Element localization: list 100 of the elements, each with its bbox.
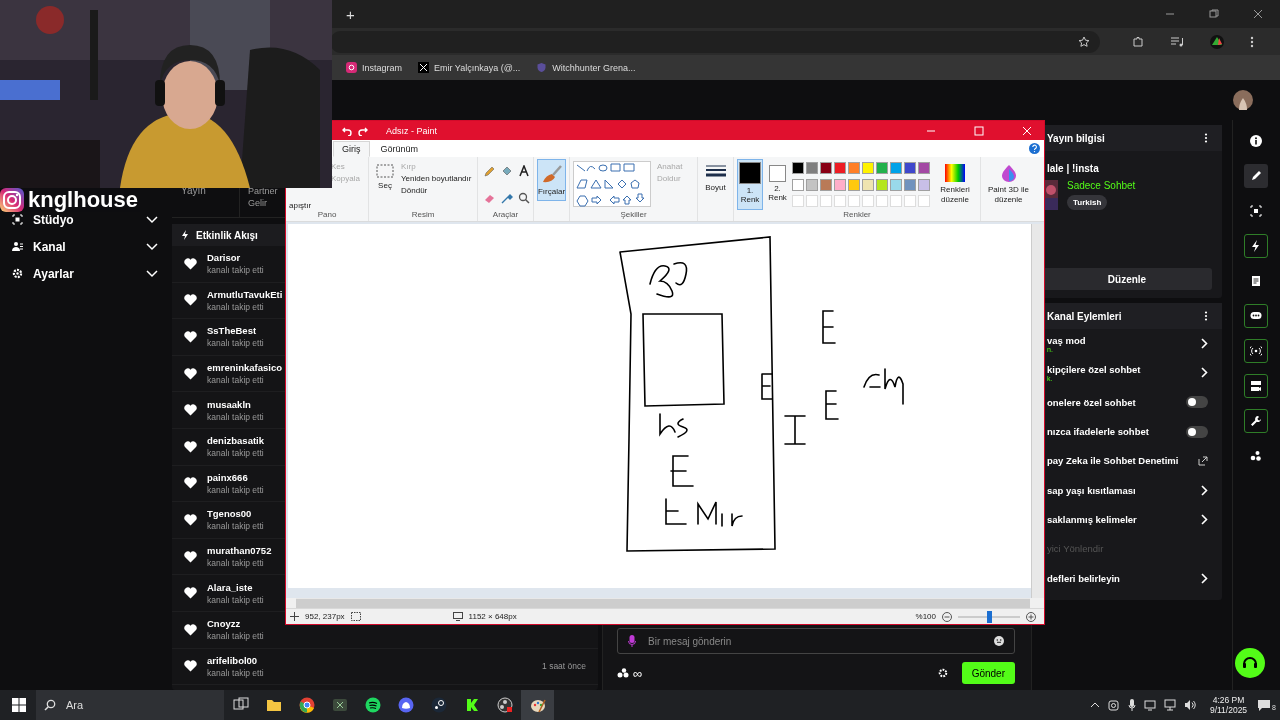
brushes-button[interactable]: Fırçalar <box>537 159 566 201</box>
color-spectrum-icon[interactable] <box>945 164 965 182</box>
restore-icon[interactable] <box>1209 9 1219 19</box>
paint-3d-button[interactable]: Paint 3D ile düzenle <box>984 159 1033 210</box>
ribbon-tab[interactable]: Giriş <box>333 140 370 157</box>
taskbar-search-field[interactable]: Ara <box>36 690 224 720</box>
palette-swatch[interactable] <box>862 162 874 174</box>
palette-swatch[interactable] <box>904 162 916 174</box>
rail-button[interactable] <box>1243 409 1268 433</box>
settings-icon[interactable] <box>12 268 23 279</box>
palette-swatch[interactable] <box>834 162 846 174</box>
ribbon-tab[interactable]: Görünüm <box>371 140 428 157</box>
palette-swatch[interactable] <box>876 178 888 191</box>
steam-icon[interactable] <box>430 697 447 713</box>
dots-icon[interactable] <box>1249 450 1262 462</box>
chat-icon[interactable] <box>1249 310 1262 322</box>
broadcast-icon[interactable] <box>1249 345 1262 357</box>
note-icon[interactable] <box>1249 275 1262 287</box>
chevron-down-icon[interactable] <box>146 215 158 224</box>
emoji-icon[interactable] <box>994 636 1004 646</box>
task-view-icon[interactable] <box>232 697 249 713</box>
menu-icon[interactable] <box>1250 35 1254 48</box>
obs-icon[interactable] <box>496 697 513 713</box>
palette-swatch[interactable] <box>904 178 916 191</box>
chrome-icon[interactable] <box>298 697 315 713</box>
empty-swatch[interactable] <box>918 195 930 208</box>
paint-icon[interactable] <box>529 697 546 713</box>
action-label[interactable]: onelere özel sohbet <box>1047 396 1136 408</box>
new-tab-button[interactable]: + <box>340 5 361 23</box>
paint-drop-icon[interactable] <box>1000 164 1017 182</box>
category-link[interactable]: Sadece Sohbet <box>1067 180 1136 191</box>
wrench-icon[interactable] <box>1249 415 1262 427</box>
settings-icon[interactable] <box>937 668 948 678</box>
info-icon[interactable] <box>1249 135 1262 147</box>
notifications-icon[interactable] <box>1257 699 1272 711</box>
magnifier-icon[interactable] <box>518 191 530 204</box>
palette-swatch[interactable] <box>834 178 846 191</box>
star-icon[interactable] <box>1078 35 1090 48</box>
camera-icon[interactable] <box>1107 699 1120 711</box>
chevron-icon[interactable] <box>1201 338 1208 350</box>
more-icon[interactable] <box>1204 311 1208 321</box>
empty-swatch[interactable] <box>806 195 818 208</box>
media-icon[interactable] <box>1170 35 1184 48</box>
empty-swatch[interactable] <box>848 195 860 208</box>
palette-swatch[interactable] <box>848 178 860 191</box>
page-tab[interactable]: Partner Gelir <box>240 185 284 217</box>
rail-button[interactable] <box>1243 234 1268 258</box>
palette-swatch[interactable] <box>848 162 860 174</box>
points-icon[interactable] <box>617 668 629 678</box>
color-1-button[interactable]: 1. Renk <box>737 159 763 210</box>
studio-icon[interactable] <box>1249 205 1262 217</box>
sidebar-item[interactable]: Kanal <box>12 239 158 254</box>
rail-button[interactable] <box>1243 164 1268 188</box>
action-label[interactable]: sap yaşı kısıtlaması <box>1047 484 1136 496</box>
support-button[interactable] <box>1235 648 1265 678</box>
microphone-icon[interactable] <box>1127 699 1136 711</box>
caret-icon[interactable] <box>1089 702 1100 708</box>
external-link-icon[interactable] <box>1198 455 1208 466</box>
empty-swatch[interactable] <box>876 195 888 208</box>
zoom-in-icon[interactable] <box>1026 611 1036 622</box>
folder-icon[interactable] <box>265 697 282 713</box>
brush-icon[interactable] <box>540 164 563 184</box>
user-avatar[interactable] <box>1233 90 1253 110</box>
maximize-icon[interactable] <box>974 125 984 136</box>
chevron-down-icon[interactable] <box>146 269 158 278</box>
palette-swatch[interactable] <box>806 162 818 174</box>
extensions-icon[interactable] <box>1132 35 1144 48</box>
size-button[interactable]: Boyut <box>701 159 730 197</box>
bookmark-link[interactable]: Instagram <box>346 62 403 73</box>
chevron-icon[interactable] <box>1201 572 1208 584</box>
more-icon[interactable] <box>1204 133 1208 143</box>
headset-icon[interactable] <box>1242 655 1258 671</box>
sidebar-item[interactable]: Ayarlar <box>12 266 158 281</box>
fill-bucket-icon[interactable] <box>501 165 513 177</box>
sidebar-item[interactable]: Stüdyo <box>12 212 158 227</box>
action-label[interactable]: saklanmış kelimeler <box>1047 513 1137 525</box>
toggle-switch[interactable] <box>1186 425 1208 438</box>
empty-swatch[interactable] <box>890 195 902 208</box>
empty-swatch[interactable] <box>820 195 832 208</box>
help-icon[interactable] <box>1029 143 1040 154</box>
discord-icon[interactable] <box>397 697 414 713</box>
empty-swatch[interactable] <box>834 195 846 208</box>
paste-button[interactable]: apıştır <box>289 201 329 210</box>
resize-button[interactable]: Yeniden boyutlandır <box>401 174 472 183</box>
rail-button[interactable] <box>1243 339 1268 363</box>
search-icon[interactable] <box>44 699 56 711</box>
horizontal-scrollbar[interactable] <box>296 598 1030 608</box>
action-label[interactable]: pay Zeka ile Sohbet Denetimi <box>1047 455 1179 467</box>
display-icon[interactable] <box>1143 699 1156 711</box>
windows-logo-icon[interactable] <box>12 698 26 712</box>
x-logo-icon[interactable] <box>418 62 430 73</box>
edit-colors-button[interactable]: Renkleri düzenle <box>933 159 977 210</box>
language-tag[interactable]: Turkish <box>1067 195 1108 210</box>
empty-swatch[interactable] <box>862 195 874 208</box>
chevron-icon[interactable] <box>1201 367 1208 379</box>
chevron-down-icon[interactable] <box>146 242 158 251</box>
person-list-icon[interactable] <box>12 241 23 252</box>
palette-swatch[interactable] <box>792 162 804 174</box>
volume-icon[interactable] <box>1183 699 1196 711</box>
palette-swatch[interactable] <box>820 178 832 191</box>
